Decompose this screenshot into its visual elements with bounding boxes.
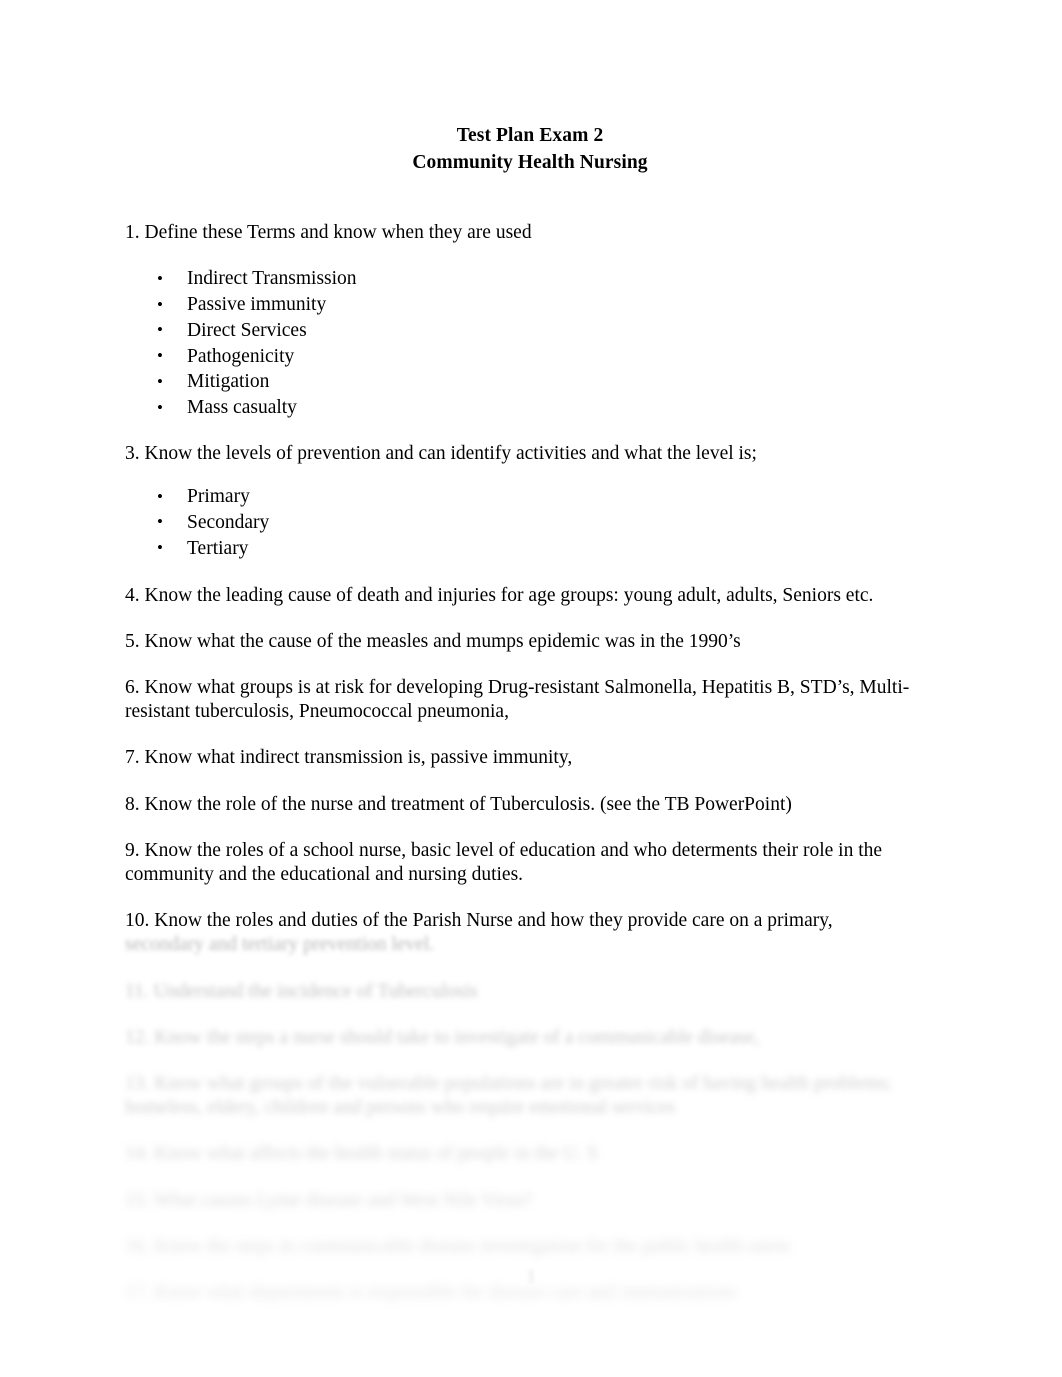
bullet-icon: •	[157, 294, 163, 314]
bullet-icon: •	[157, 371, 163, 391]
page-number: 1	[526, 1266, 536, 1286]
document-content: Test Plan Exam 2 Community Health Nursin…	[125, 0, 937, 1327]
question-5: 5. Know what the cause of the measles an…	[125, 630, 741, 652]
list-item: • Passive immunity	[125, 292, 937, 318]
question-9: 9. Know the roles of a school nurse, bas…	[125, 839, 883, 885]
question-8: 8. Know the role of the nurse and treatm…	[125, 793, 792, 815]
bullet-icon: •	[157, 268, 163, 288]
bullet-icon: •	[157, 320, 163, 340]
question-11: 11. Understand the incidence of Tubercul…	[125, 980, 478, 1002]
list-item: • Primary	[125, 484, 937, 510]
question-1-bullet-list: • Indirect Transmission • Passive immuni…	[125, 266, 937, 421]
document-page: Test Plan Exam 2 Community Health Nursin…	[0, 0, 1062, 1377]
question-16: 16. Know the steps in communicable disea…	[125, 1235, 791, 1257]
list-item: • Mitigation	[125, 369, 937, 395]
bullet-icon: •	[157, 512, 163, 532]
question-3-bullet-list: • Primary • Secondary • Tertiary	[125, 484, 937, 561]
document-title-line-1: Test Plan Exam 2	[456, 125, 604, 146]
bullet-icon: •	[157, 346, 163, 366]
bullet-icon: •	[157, 397, 163, 417]
question-1: 1. Define these Terms and know when they…	[125, 222, 532, 243]
document-title-block: Test Plan Exam 2 Community Health Nursin…	[123, 122, 937, 176]
question-13: 13. Know what groups of the vulnerable p…	[125, 1073, 892, 1119]
question-14: 14. Know what affects the health status …	[125, 1143, 598, 1165]
list-item-label: Tertiary	[187, 537, 249, 559]
question-4: 4. Know the leading cause of death and i…	[125, 584, 874, 606]
list-item: • Mass casualty	[125, 395, 937, 421]
list-item: • Tertiary	[125, 536, 937, 562]
question-15: 15. What causes Lyme disease and West Ni…	[125, 1189, 533, 1211]
list-item-label: Primary	[187, 486, 250, 508]
question-10-line-1: 10. Know the roles and duties of the Par…	[125, 910, 833, 932]
list-item-label: Secondary	[187, 511, 270, 533]
list-item-label: Passive immunity	[187, 294, 327, 315]
question-12: 12. Know the steps a nurse should take t…	[125, 1026, 760, 1048]
list-item: • Secondary	[125, 510, 937, 536]
bullet-icon: •	[157, 486, 163, 506]
document-body: 1. Define these Terms and know when they…	[125, 221, 937, 1305]
faded-text-region: secondary and tertiary prevention level.…	[125, 933, 937, 1305]
list-item: • Indirect Transmission	[125, 266, 937, 292]
bullet-icon: •	[157, 538, 163, 558]
question-7: 7. Know what indirect transmission is, p…	[125, 747, 573, 769]
list-item-label: Direct Services	[187, 319, 307, 341]
list-item: • Direct Services	[125, 318, 937, 344]
question-6: 6. Know what groups is at risk for devel…	[125, 676, 910, 723]
list-item: • Pathogenicity	[125, 344, 937, 370]
document-title-line-2: Community Health Nursing	[412, 152, 648, 173]
question-3: 3. Know the levels of prevention and can…	[125, 442, 757, 464]
list-item-label: Indirect Transmission	[187, 268, 357, 290]
list-item-label: Mass casualty	[187, 397, 297, 419]
question-10-line-2: secondary and tertiary prevention level.	[125, 934, 435, 956]
list-item-label: Mitigation	[187, 371, 270, 393]
list-item-label: Pathogenicity	[187, 345, 295, 367]
